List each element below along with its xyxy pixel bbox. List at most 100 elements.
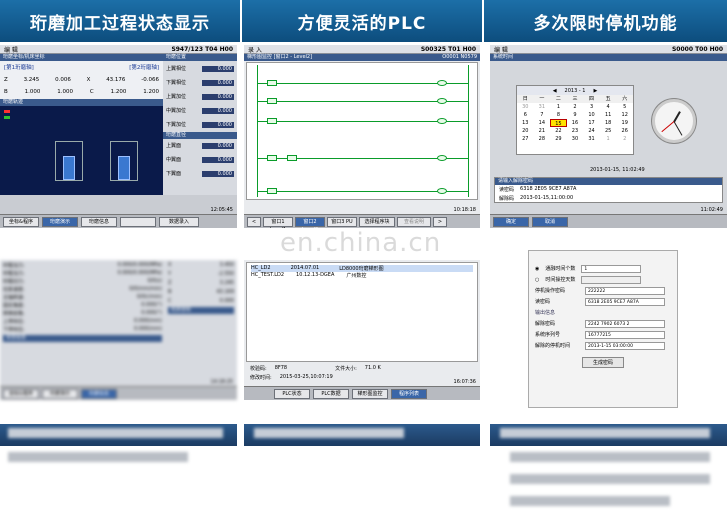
softkey-data-input[interactable]: 数据录入 (159, 216, 199, 227)
plc-program-list-screen: HC_LD2 2014.07.01 LD8000珩磨梯形图 HC_TEST.LD2 1… (244, 260, 480, 400)
calendar-day[interactable]: 17 (583, 119, 600, 127)
calendar-day[interactable]: 30 (517, 103, 534, 111)
dia-row: 上翼面 (166, 143, 182, 149)
softkey-view-notes[interactable]: 查看说明 (397, 216, 431, 227)
next-month-icon[interactable]: ▶ (593, 88, 597, 94)
generate-password-button[interactable]: 生成密码 (581, 357, 624, 368)
softkey-window-2[interactable]: 窗口2 Level2 (295, 216, 325, 228)
mode-label: 录 入 (248, 46, 262, 54)
softkey-cancel[interactable]: 取消 (532, 216, 568, 227)
info-label: 转换前角: (3, 311, 25, 317)
prev-month-icon[interactable]: ◀ (553, 88, 557, 94)
dia-value: 0.000 (202, 143, 234, 149)
read-pw-input[interactable]: 6318 2E05 9CE7 A87A (585, 297, 665, 306)
radio-icon[interactable]: ◉ (535, 266, 539, 272)
calendar-day[interactable]: 12 (616, 111, 633, 119)
coordinate-title: 珩磨坐标/机床坐标 (0, 54, 163, 61)
info-row: 往复速度: 0/0(mm/min) (3, 286, 162, 293)
softkey-window-1[interactable]: 窗口1 Level1 (263, 216, 293, 228)
calendar-day[interactable]: 3 (583, 103, 600, 111)
softkey-honing-info[interactable]: 珩磨信息 (81, 216, 117, 227)
axis-value: 43.169 (216, 289, 235, 295)
info-label: 上停向位: (3, 319, 25, 325)
count-select[interactable]: 1 (581, 264, 642, 273)
program-name: HC_LD2 (251, 265, 271, 271)
days-select[interactable] (581, 275, 642, 284)
calendar-day[interactable]: 31 (583, 135, 600, 143)
softkey-honing-demo[interactable]: 珩磨演示 (42, 388, 78, 399)
calendar-day[interactable]: 7 (534, 111, 551, 119)
clock-readout: 12:05:45 (210, 207, 233, 213)
calendar-day[interactable]: 27 (517, 135, 534, 143)
mode-label: 编 辑 (4, 46, 18, 54)
softkey-honing-info[interactable]: 珩磨信息 (81, 388, 117, 399)
axis-c-value-2: 1.200 (143, 89, 159, 95)
softkey-plc-data[interactable]: PLC数据 (313, 388, 349, 399)
softkey-honing-demo[interactable]: 珩磨演示 (42, 216, 78, 227)
softkey-window-3[interactable]: 窗口3 PU (327, 216, 357, 227)
calendar-day[interactable]: 26 (616, 127, 633, 135)
softkey-blank[interactable] (120, 216, 156, 227)
calendar-day[interactable]: 15 (550, 119, 567, 127)
unlock-time-output: 2013-1-15 03:00:00 (585, 341, 665, 350)
calendar-day[interactable]: 2 (567, 103, 584, 111)
calendar-day[interactable]: 22 (550, 127, 567, 135)
program-row[interactable]: HC_LD2 2014.07.01 LD8000珩磨梯形图 (251, 265, 473, 272)
calendar: ◀ 2013 - 1 ▶ 日一二三四五六 30 31 1 2 3 4 5 6 7 8 9 10 11 12 13… (516, 85, 634, 155)
calendar-day[interactable]: 14 (534, 119, 551, 127)
info-value: 0.000(°) (141, 310, 162, 316)
dia-value: 0.000 (202, 157, 234, 163)
axis-label: Y (168, 271, 172, 277)
shutdown-pw-input[interactable]: 222222 (585, 286, 665, 295)
calendar-day[interactable]: 10 (583, 111, 600, 119)
calendar-day[interactable]: 6 (517, 111, 534, 119)
calendar-day[interactable]: 20 (517, 127, 534, 135)
softkey-next[interactable]: > (433, 216, 447, 227)
softkey-prev[interactable]: < (247, 216, 261, 227)
calendar-day[interactable]: 9 (567, 111, 584, 119)
calendar-day[interactable]: 13 (517, 119, 534, 127)
pos-row: 中翼加位 (166, 108, 187, 114)
info-label: 珩程当力: (3, 271, 25, 277)
calendar-day[interactable]: 18 (600, 119, 617, 127)
calendar-day[interactable]: 5 (616, 103, 633, 111)
calendar-day[interactable]: 23 (567, 127, 584, 135)
pos-value: 0.000 (202, 108, 234, 114)
calendar-day[interactable]: 8 (550, 111, 567, 119)
pos-value: 0.000 (202, 122, 234, 128)
system-time-title: 系统时间 (490, 54, 727, 61)
calendar-day[interactable]: 21 (534, 127, 551, 135)
calendar-day[interactable]: 11 (600, 111, 617, 119)
serial-label: 系统序列号 (535, 332, 561, 338)
axis-row: Y -2.550 (168, 271, 234, 277)
calendar-day[interactable]: 24 (583, 127, 600, 135)
softkey-ladder-monitor[interactable]: 梯形图监控 (352, 388, 388, 399)
softkey-plc-status[interactable]: PLC状态 (274, 388, 310, 399)
calendar-day[interactable]: 30 (567, 135, 584, 143)
calendar-day[interactable]: 2 (616, 135, 633, 143)
softkey-select-block[interactable]: 选择程序块 (359, 216, 395, 227)
calendar-day[interactable]: 4 (600, 103, 617, 111)
honing-info-screen: 珩程当力: 0.000/0.000(MPa) 珩程当力: 0.000/0.000(MP… (0, 260, 237, 400)
axis-row: Z 3.245 (168, 280, 234, 286)
program-row[interactable]: HC_TEST.LD2 10.12.13-DGEA 广州数控 (251, 272, 473, 279)
password-generator-dialog: ◉ 通融时间个数 1 ○ 时间操控天数 停机操作密码 222222 读密码 6318 2E… (528, 250, 678, 408)
softkey-coord-program[interactable]: 坐标&程序 (3, 216, 39, 227)
calendar-day[interactable]: 31 (534, 103, 551, 111)
analog-clock-icon (652, 99, 696, 143)
spindle-status: S00325 T01 H00 (420, 45, 476, 53)
calendar-day[interactable]: 28 (534, 135, 551, 143)
calendar-day[interactable]: 29 (550, 135, 567, 143)
calendar-day[interactable]: 1 (550, 103, 567, 111)
info-label: 往复速度: (3, 287, 25, 293)
softkey-coord-program[interactable]: 坐标&程序 (3, 388, 39, 399)
radio-icon[interactable]: ○ (535, 277, 539, 283)
calendar-day[interactable]: 25 (600, 127, 617, 135)
softkey-confirm[interactable]: 确定 (493, 216, 529, 227)
calendar-day[interactable]: 16 (567, 119, 584, 127)
calendar-day[interactable]: 19 (616, 119, 633, 127)
clock-readout: 16:07:36 (453, 379, 476, 385)
calendar-day[interactable]: 1 (600, 135, 617, 143)
softkey-program-list[interactable]: 程序列表 (391, 388, 427, 399)
output-title: 输出信息 (535, 310, 556, 316)
